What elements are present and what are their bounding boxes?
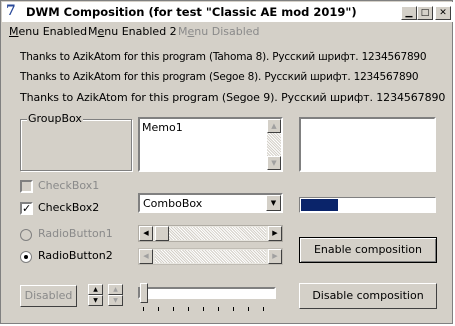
disable-composition-button[interactable]: Disable composition bbox=[299, 283, 437, 309]
scrollbar-track-disabled bbox=[155, 250, 266, 263]
scrollbar-thumb[interactable] bbox=[155, 226, 169, 241]
arrow-up-icon: ▲ bbox=[113, 286, 118, 293]
arrow-up-icon: ▲ bbox=[93, 286, 98, 293]
combobox-value: ComboBox bbox=[143, 197, 203, 210]
radio2-label[interactable]: RadioButton2 bbox=[38, 249, 113, 262]
checkbox2[interactable]: ✓ bbox=[20, 202, 33, 215]
memo-text: Memo1 bbox=[142, 121, 183, 134]
progress-fill bbox=[301, 199, 338, 211]
groupbox-label: GroupBox bbox=[27, 112, 83, 125]
minimize-icon: ▁ bbox=[405, 8, 413, 18]
combobox[interactable]: ComboBox ▼ bbox=[138, 193, 283, 213]
scroll-right-button[interactable]: ▶ bbox=[268, 226, 282, 241]
enable-composition-button[interactable]: Enable composition bbox=[299, 237, 437, 263]
arrow-down-icon: ▼ bbox=[271, 159, 277, 167]
progress-bar bbox=[299, 197, 436, 213]
updown1-down-button[interactable]: ▼ bbox=[88, 295, 103, 306]
menu-enabled-2[interactable]: Menu Enabled 2 bbox=[88, 25, 177, 38]
updown1-up-button[interactable]: ▲ bbox=[88, 284, 103, 295]
radio1-label: RadioButton1 bbox=[38, 227, 113, 240]
arrow-left-icon: ◀ bbox=[143, 229, 149, 237]
empty-box[interactable] bbox=[299, 117, 436, 172]
combobox-dropdown-button[interactable]: ▼ bbox=[266, 195, 281, 211]
app-window: 7 DWM Composition (for test "Classic AE … bbox=[0, 0, 453, 324]
updown2-down-button: ▼ bbox=[108, 295, 123, 306]
text-segoe-9: Thanks to AzikAtom for this program (Seg… bbox=[20, 91, 446, 104]
scroll-left-button[interactable]: ◀ bbox=[139, 226, 153, 241]
arrow-up-icon: ▲ bbox=[271, 122, 277, 130]
trackbar[interactable] bbox=[138, 283, 278, 313]
checkbox1 bbox=[20, 180, 33, 193]
minimize-button[interactable]: ▁ bbox=[401, 6, 417, 20]
trackbar-thumb[interactable] bbox=[140, 283, 148, 303]
scroll-left-button-disabled: ◀ bbox=[139, 249, 153, 264]
arrow-down-icon: ▼ bbox=[93, 297, 98, 304]
radio-dot-icon bbox=[24, 255, 28, 259]
menu-enabled[interactable]: Menu Enabled bbox=[9, 25, 87, 38]
trackbar-ticks bbox=[143, 307, 275, 311]
scroll-up-button[interactable]: ▲ bbox=[267, 119, 281, 133]
arrow-right-icon: ▶ bbox=[272, 252, 278, 260]
app-icon[interactable]: 7 bbox=[6, 3, 20, 19]
arrow-down-icon: ▼ bbox=[113, 297, 118, 304]
scrollbar-1[interactable]: ◀ ▶ bbox=[138, 225, 283, 242]
arrow-right-icon: ▶ bbox=[272, 229, 278, 237]
scrollbar-track[interactable] bbox=[155, 227, 266, 240]
text-tahoma-8: Thanks to AzikAtom for this program (Tah… bbox=[20, 51, 427, 63]
close-button[interactable]: ✕ bbox=[435, 6, 451, 20]
title-bar[interactable]: 7 DWM Composition (for test "Classic AE … bbox=[2, 2, 453, 22]
scroll-down-button[interactable]: ▼ bbox=[267, 156, 281, 170]
maximize-button[interactable]: □ bbox=[417, 6, 433, 20]
menu-disabled: Menu Disabled bbox=[178, 25, 260, 38]
scroll-right-button-disabled: ▶ bbox=[268, 249, 282, 264]
maximize-icon: □ bbox=[420, 8, 430, 18]
scrollbar-2-disabled: ◀ ▶ bbox=[138, 248, 283, 265]
close-icon: ✕ bbox=[439, 8, 447, 18]
radio1 bbox=[20, 229, 32, 241]
chevron-down-icon: ▼ bbox=[270, 199, 277, 207]
memo-scrollbar[interactable]: ▲ ▼ bbox=[267, 119, 281, 170]
trackbar-channel bbox=[138, 287, 276, 299]
checkbox2-label[interactable]: CheckBox2 bbox=[38, 201, 99, 214]
disabled-button: Disabled bbox=[20, 285, 77, 307]
updown2-up-button: ▲ bbox=[108, 284, 123, 295]
radio2[interactable] bbox=[20, 251, 32, 263]
memo[interactable]: Memo1 ▲ ▼ bbox=[138, 117, 283, 172]
text-segoe-8: Thanks to AzikAtom for this program (Seg… bbox=[20, 71, 419, 83]
groupbox: GroupBox bbox=[20, 112, 132, 171]
arrow-left-icon: ◀ bbox=[143, 252, 149, 260]
menu-bar: Menu Enabled Menu Enabled 2 Menu Disable… bbox=[2, 23, 453, 42]
window-title: DWM Composition (for test "Classic AE mo… bbox=[26, 5, 357, 19]
checkmark-icon: ✓ bbox=[22, 202, 32, 215]
checkbox1-label: CheckBox1 bbox=[38, 179, 100, 192]
